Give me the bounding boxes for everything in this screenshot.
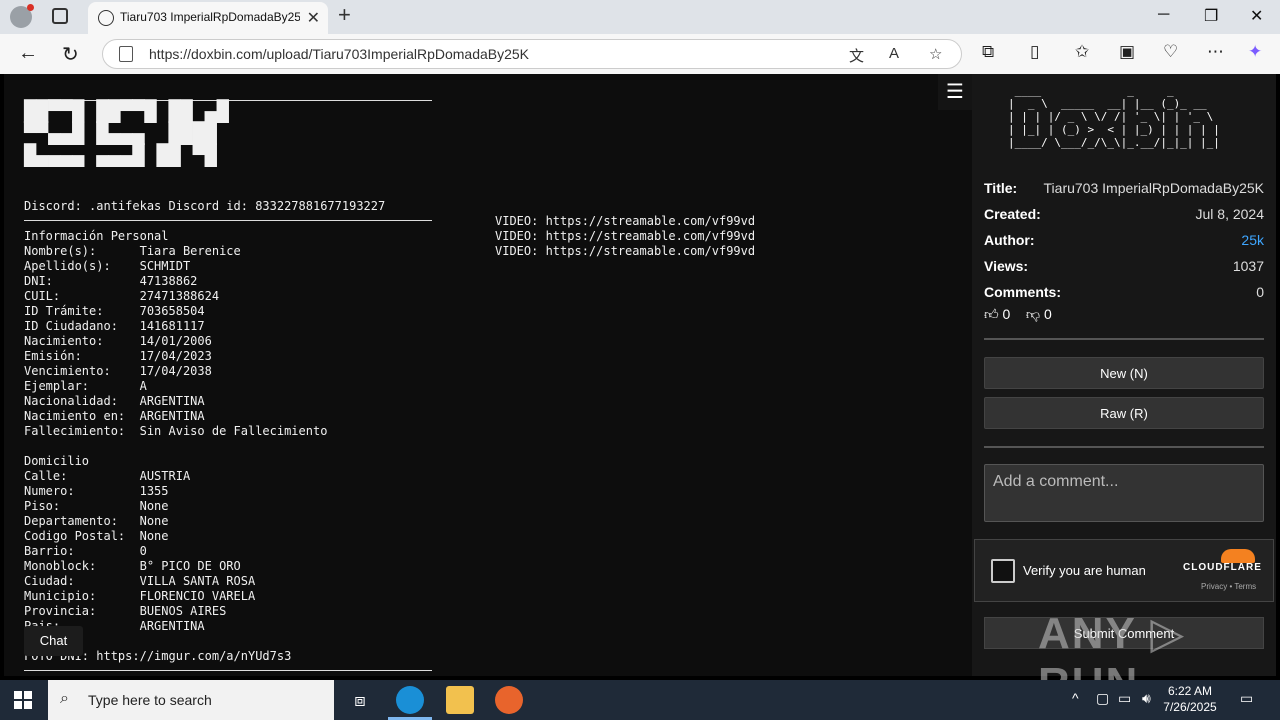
favorites-icon[interactable]: ✩ xyxy=(1075,42,1089,62)
upvote-count: 0 xyxy=(1002,306,1011,322)
settings-more-icon[interactable]: ⋯ xyxy=(1207,42,1224,62)
downvote-count: 0 xyxy=(1044,306,1052,322)
meta-key: Views: xyxy=(984,258,1029,274)
task-view-icon[interactable]: ⧈ xyxy=(346,686,374,714)
meta-value: Tiaru703 ImperialRpDomadaBy25K xyxy=(1043,180,1264,196)
meta-author: Author: 25k xyxy=(984,232,1264,252)
firefox-icon[interactable] xyxy=(495,686,523,714)
chat-button[interactable]: Chat xyxy=(24,626,83,656)
translate-icon[interactable]: 文 xyxy=(849,45,864,66)
paste-content: ██▀▀█ ██▀▀█ ██ ▄█ ▀▀▄▄█ █▄▄▄ ████ █▄▄▄▄ … xyxy=(4,74,972,676)
browser-essentials-icon[interactable]: ♡ xyxy=(1163,42,1178,62)
active-tab[interactable]: Tiaru703 ImperialRpDomadaBy25K ✕ xyxy=(88,2,328,34)
verify-checkbox[interactable] xyxy=(991,559,1015,583)
personal-info-block: Información Personal Nombre(s): Tiara Be… xyxy=(24,229,328,633)
meta-comments: Comments: 0 xyxy=(984,284,1264,304)
meta-views: Views: 1037 xyxy=(984,258,1264,278)
search-placeholder: Type here to search xyxy=(88,692,212,708)
taskbar-search[interactable]: ⌕ Type here to search xyxy=(48,680,334,720)
favorite-star-icon[interactable]: ☆ xyxy=(929,45,942,63)
meta-key: Author: xyxy=(984,232,1035,248)
copilot-icon[interactable]: ✦ xyxy=(1248,42,1262,62)
vote-row: 👍︎ 0 👎︎ 0 xyxy=(984,306,1052,323)
thumbs-down-icon[interactable]: 👎︎ xyxy=(1026,306,1040,322)
divider xyxy=(24,670,432,671)
search-icon: ⌕ xyxy=(60,690,69,707)
sidebar: ____ _ _ | _ \ _____ __| |__ (_)_ __ | |… xyxy=(972,74,1276,676)
taskbar: ⌕ Type here to search ⧈ ^ ▢ ▭ 🔊︎ 6:22 AM… xyxy=(0,680,1280,720)
show-hidden-icons-icon[interactable]: ^ xyxy=(1072,690,1079,706)
meta-value: 1037 xyxy=(1232,258,1264,274)
url-text: https://doxbin.com/upload/Tiaru703Imperi… xyxy=(149,46,530,62)
divider xyxy=(984,446,1264,448)
clock[interactable]: 6:22 AM 7/26/2025 xyxy=(1150,683,1230,715)
profile-notification-dot xyxy=(27,4,34,11)
cloudflare-logo: CLOUDFLARE xyxy=(1183,562,1262,573)
author-link[interactable]: 25k xyxy=(1241,232,1264,248)
notifications-icon[interactable]: ▭ xyxy=(1240,690,1253,707)
verify-label: Verify you are human xyxy=(1023,563,1146,578)
restore-icon[interactable]: ❐ xyxy=(1204,6,1218,26)
discord-line: Discord: .antifekas Discord id: 83322788… xyxy=(24,199,386,213)
url-field[interactable]: https://doxbin.com/upload/Tiaru703Imperi… xyxy=(102,39,962,69)
thumbs-up-icon[interactable]: 👍︎ xyxy=(984,306,999,322)
clock-time: 6:22 AM xyxy=(1167,684,1213,698)
cloudflare-turnstile: Verify you are human CLOUDFLARE Privacy … xyxy=(974,539,1274,602)
meta-created: Created: Jul 8, 2024 xyxy=(984,206,1264,226)
close-window-icon[interactable]: ✕ xyxy=(1250,6,1263,26)
cloudflare-cloud-icon xyxy=(1221,549,1255,563)
divider xyxy=(984,338,1264,340)
meta-value: 0 xyxy=(1256,284,1264,300)
minimize-icon[interactable]: ─ xyxy=(1158,6,1169,24)
comment-input[interactable]: Add a comment... xyxy=(984,464,1264,522)
windows-start-icon[interactable] xyxy=(14,691,32,709)
doxbin-logo: ____ _ _ | _ \ _____ __| |__ (_)_ __ | |… xyxy=(1008,84,1220,149)
clock-date: 7/26/2025 xyxy=(1163,700,1217,714)
new-button[interactable]: New (N) xyxy=(984,357,1264,389)
meta-key: Created: xyxy=(984,206,1041,222)
collections-icon[interactable]: ▣ xyxy=(1119,42,1135,62)
network-icon[interactable]: ▭ xyxy=(1118,690,1131,707)
meta-key: Title: xyxy=(984,180,1018,196)
back-icon[interactable]: ← xyxy=(18,42,38,65)
address-bar: ← ↻ https://doxbin.com/upload/Tiaru703Im… xyxy=(0,34,1280,74)
hamburger-menu-icon[interactable]: ☰ xyxy=(938,74,972,110)
edge-icon[interactable] xyxy=(396,686,424,714)
tab-bar: Tiaru703 ImperialRpDomadaBy25K ✕ + ─ ❐ ✕ xyxy=(0,0,1280,34)
tab-actions-icon[interactable] xyxy=(52,8,68,24)
refresh-icon[interactable]: ↻ xyxy=(62,42,79,67)
meta-title: Title: Tiaru703 ImperialRpDomadaBy25K xyxy=(984,180,1264,200)
raw-button[interactable]: Raw (R) xyxy=(984,397,1264,429)
extensions-icon[interactable]: ⧉ xyxy=(982,42,994,62)
tab-close-icon[interactable]: ✕ xyxy=(307,8,320,28)
new-tab-icon[interactable]: + xyxy=(338,2,351,28)
meta-value: Jul 8, 2024 xyxy=(1195,206,1265,222)
split-screen-icon[interactable]: ▯ xyxy=(1030,42,1039,62)
read-aloud-icon[interactable]: A xyxy=(889,45,899,62)
cloudflare-links[interactable]: Privacy • Terms xyxy=(1201,582,1256,591)
file-explorer-icon[interactable] xyxy=(446,686,474,714)
page-viewport: ██▀▀█ ██▀▀█ ██ ▄█ ▀▀▄▄█ █▄▄▄ ████ █▄▄▄▄ … xyxy=(4,74,1276,676)
globe-icon xyxy=(98,10,114,26)
site-info-icon[interactable] xyxy=(119,46,133,62)
meta-key: Comments: xyxy=(984,284,1062,300)
device-icon[interactable]: ▢ xyxy=(1096,690,1109,707)
tab-title: Tiaru703 ImperialRpDomadaBy25K xyxy=(120,10,300,24)
ascii-banner: ██▀▀█ ██▀▀█ ██ ▄█ ▀▀▄▄█ █▄▄▄ ████ █▄▄▄▄ … xyxy=(24,99,229,167)
divider xyxy=(24,220,432,221)
video-links: VIDEO: https://streamable.com/vf99vd VID… xyxy=(495,214,756,258)
